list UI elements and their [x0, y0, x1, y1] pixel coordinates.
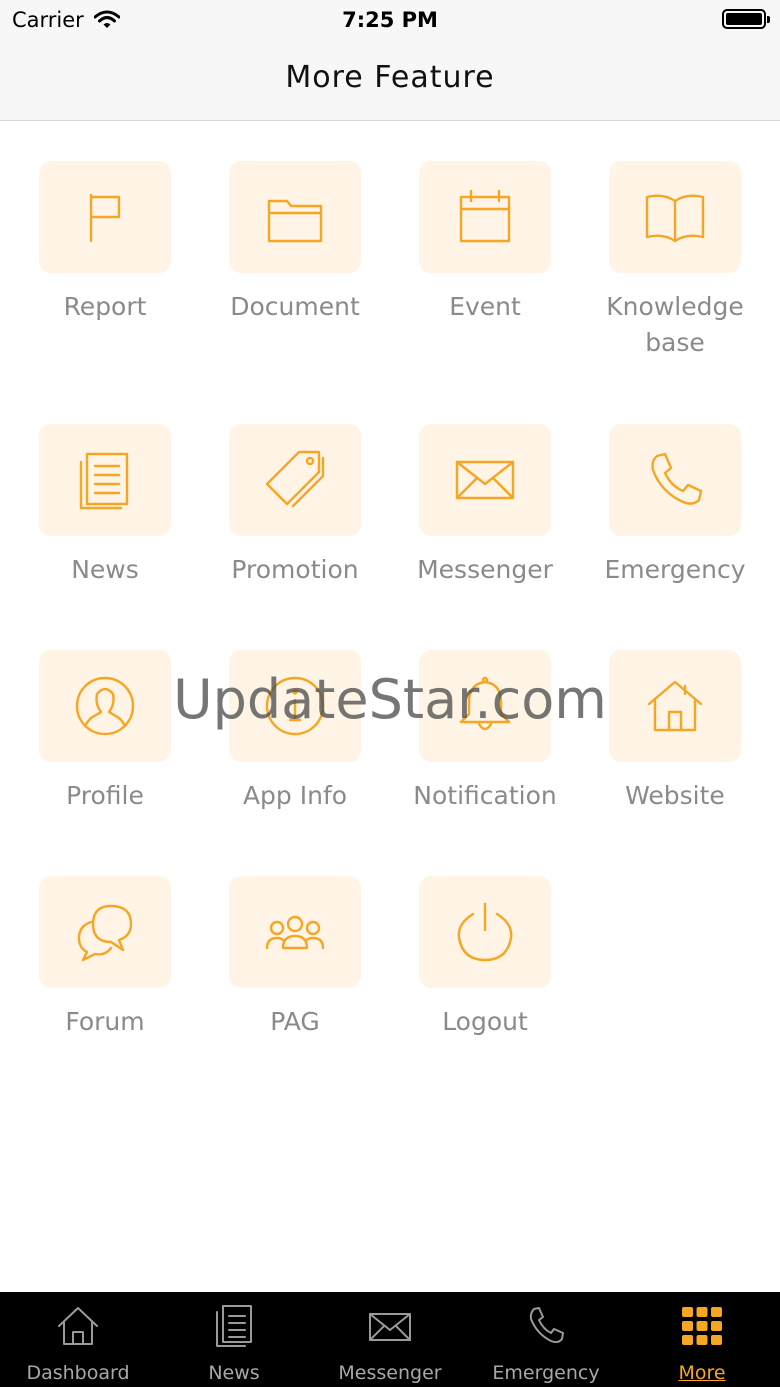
- grid-icon: [682, 1307, 722, 1345]
- feature-tile[interactable]: [229, 424, 361, 536]
- feature-messenger[interactable]: Messenger: [390, 424, 580, 588]
- feature-report[interactable]: Report: [10, 161, 200, 325]
- feature-tile[interactable]: [229, 876, 361, 988]
- feature-label: Forum: [65, 1007, 145, 1036]
- feature-tile[interactable]: [419, 650, 551, 762]
- feature-label: Report: [63, 292, 147, 321]
- feature-tile[interactable]: [419, 876, 551, 988]
- newspaper-icon: [79, 452, 129, 510]
- tag-icon: [265, 450, 325, 508]
- home-icon: [647, 680, 703, 732]
- feature-label: Notification: [413, 781, 557, 810]
- feature-website[interactable]: Website: [580, 650, 770, 814]
- book-icon: [645, 194, 705, 243]
- tab-news[interactable]: News: [156, 1292, 312, 1387]
- envelope-icon: [455, 460, 515, 500]
- page-title: More Feature: [285, 60, 495, 95]
- feature-pag[interactable]: PAG: [200, 876, 390, 1040]
- feature-label: News: [71, 555, 139, 584]
- status-bar: Carrier 7:25 PM: [0, 0, 780, 40]
- feature-label: Document: [230, 292, 360, 321]
- feature-logout[interactable]: Logout: [390, 876, 580, 1040]
- phone-icon: [529, 1307, 564, 1344]
- feature-label: Event: [449, 292, 521, 321]
- battery-icon: [722, 9, 770, 29]
- home-icon: [58, 1307, 98, 1345]
- bell-icon: [459, 676, 511, 731]
- feature-news[interactable]: News: [10, 424, 200, 588]
- feature-promotion[interactable]: Promotion: [200, 424, 390, 588]
- navigation-bar: More Feature: [0, 40, 780, 121]
- feature-tile[interactable]: [39, 424, 171, 536]
- bottom-tab-bar: Dashboard News Messenger Emergency More: [0, 1292, 780, 1387]
- user-circle-icon: [75, 676, 135, 736]
- chat-bubbles-icon: [77, 904, 133, 962]
- feature-tile[interactable]: [419, 424, 551, 536]
- folder-icon: [267, 199, 323, 243]
- tab-label: News: [208, 1362, 260, 1384]
- group-icon: [265, 915, 325, 950]
- envelope-icon: [369, 1313, 411, 1341]
- newspaper-icon: [216, 1305, 252, 1347]
- feature-tile[interactable]: [609, 161, 741, 273]
- feature-tile[interactable]: [39, 161, 171, 273]
- feature-forum[interactable]: Forum: [10, 876, 200, 1040]
- feature-label: App Info: [242, 781, 348, 810]
- feature-document[interactable]: Document: [200, 161, 390, 325]
- tab-label: Emergency: [492, 1362, 600, 1384]
- feature-app-info[interactable]: App Info: [200, 650, 390, 814]
- feature-label: Emergency: [604, 555, 746, 584]
- tab-label: More: [678, 1362, 726, 1384]
- feature-label: Logout: [442, 1007, 528, 1036]
- info-circle-icon: [265, 676, 325, 736]
- feature-tile[interactable]: [229, 161, 361, 273]
- feature-label: Website: [625, 781, 725, 810]
- tab-label: Messenger: [338, 1362, 442, 1384]
- feature-event[interactable]: Event: [390, 161, 580, 325]
- feature-tile[interactable]: [609, 424, 741, 536]
- tab-dashboard[interactable]: Dashboard: [0, 1292, 156, 1387]
- feature-tile[interactable]: [419, 161, 551, 273]
- flag-icon: [89, 193, 121, 243]
- feature-tile[interactable]: [229, 650, 361, 762]
- feature-label: Messenger: [417, 555, 553, 584]
- feature-notification[interactable]: Notification: [390, 650, 580, 814]
- power-icon: [457, 902, 513, 962]
- phone-icon: [651, 452, 703, 505]
- calendar-icon: [459, 189, 511, 243]
- feature-tile[interactable]: [39, 876, 171, 988]
- feature-profile[interactable]: Profile: [10, 650, 200, 814]
- feature-label: PAG: [270, 1007, 320, 1036]
- feature-tile[interactable]: [609, 650, 741, 762]
- feature-tile[interactable]: [39, 650, 171, 762]
- feature-label: Profile: [66, 781, 144, 810]
- tab-emergency[interactable]: Emergency: [468, 1292, 624, 1387]
- tab-messenger[interactable]: Messenger: [312, 1292, 468, 1387]
- feature-label: Knowledge base: [606, 292, 744, 357]
- feature-emergency[interactable]: Emergency: [580, 424, 770, 588]
- tab-label: Dashboard: [26, 1362, 130, 1384]
- feature-label: Promotion: [231, 555, 359, 584]
- tab-more[interactable]: More: [624, 1292, 780, 1387]
- status-time: 7:25 PM: [342, 8, 438, 32]
- feature-knowledge-base[interactable]: Knowledge base: [580, 161, 770, 361]
